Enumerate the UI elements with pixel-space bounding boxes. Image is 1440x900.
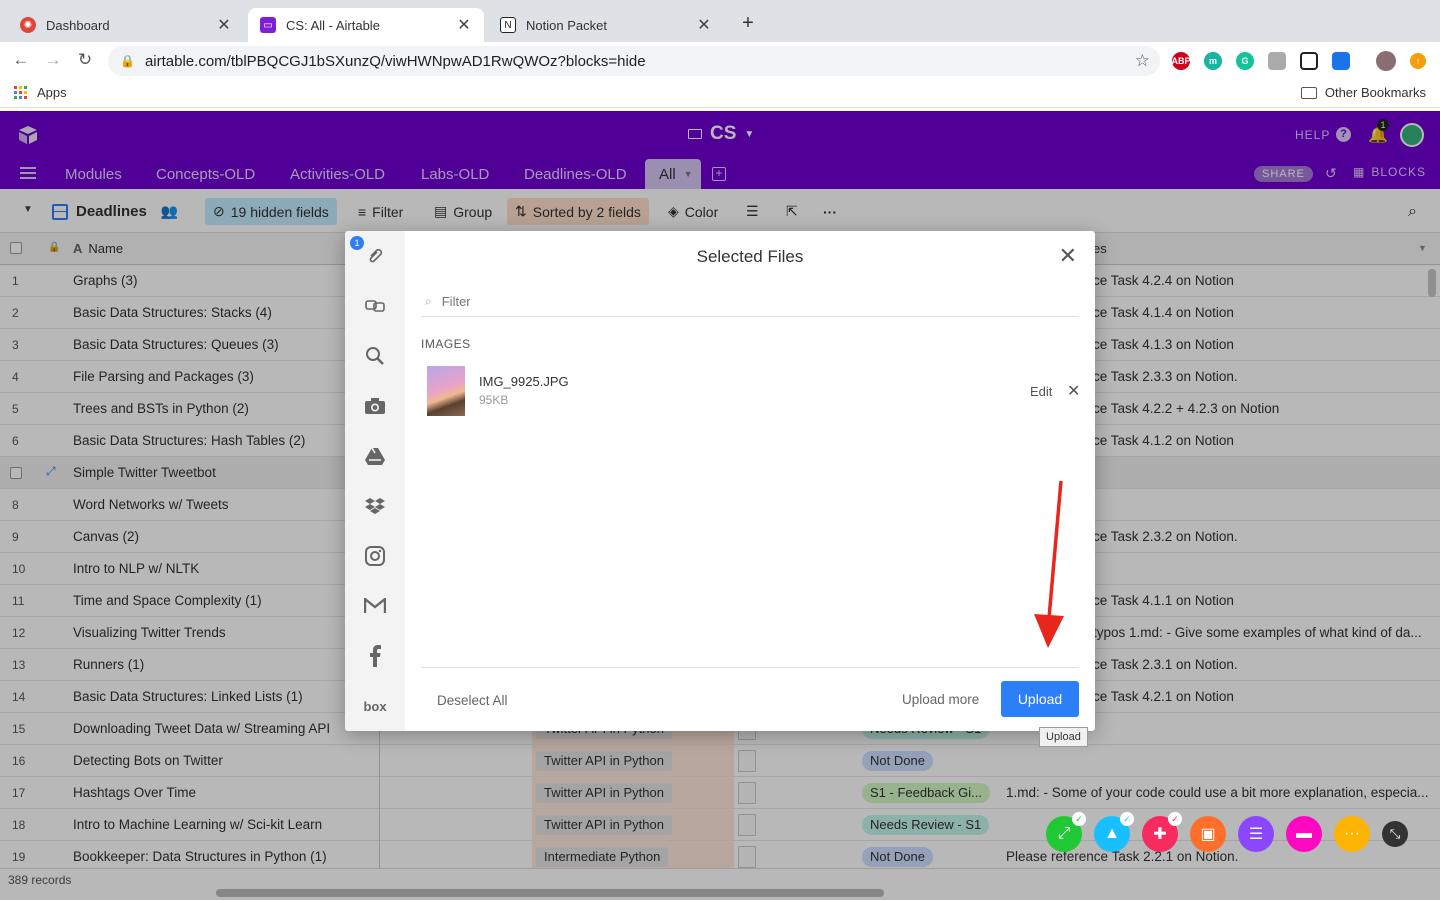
file-picker-modal: 1 box Selected Files ✕ ⌕ IMAGES [345,231,1095,731]
tab-title: Notion Packet [526,17,607,33]
source-sidebar: 1 box [345,231,405,731]
url-field[interactable]: 🔒 airtable.com/tblPBQCGJ1bSXunzQ/viwHWNp… [108,46,1160,76]
upload-more-button[interactable]: Upload more [902,692,979,707]
apps-label: Apps [37,85,67,100]
extension-icon[interactable] [1300,52,1318,70]
extension-icon[interactable] [1268,52,1286,70]
new-tab-icon[interactable]: + [738,12,758,35]
address-bar-row: ← → ↻ 🔒 airtable.com/tblPBQCGJ1bSXunzQ/v… [0,42,1440,78]
list-block-button[interactable]: ☰ [1238,816,1274,852]
filter-field[interactable]: ⌕ [421,287,1079,317]
close-tab-icon[interactable]: ✕ [696,15,712,35]
search-icon: ⌕ [425,294,432,308]
check-icon: ✓ [1120,812,1134,826]
shapes-icon: ▲ [1104,825,1120,842]
folder-icon [1300,86,1317,99]
url-text: airtable.com/tblPBQCGJ1bSXunzQ/viwHWNpwA… [144,52,646,70]
gmail-source-icon[interactable] [359,590,391,622]
more-block-button[interactable]: ··· [1334,816,1370,852]
upload-tooltip: Upload [1039,727,1088,747]
back-icon[interactable]: ← [10,50,32,72]
tab-title: Dashboard [46,17,110,33]
apps-grid-icon [14,86,27,99]
comment-block-button[interactable]: ▬ [1286,816,1322,852]
apps-bookmark[interactable]: Apps [14,85,67,100]
comment-icon: ▬ [1296,825,1312,842]
edit-file-button[interactable]: Edit [1030,384,1052,399]
shapes-block-button[interactable]: ▲ ✓ [1094,812,1134,852]
upload-button[interactable]: Upload [1001,681,1079,717]
selected-count-badge: 1 [350,236,364,250]
attachment-source-icon[interactable] [359,240,391,272]
lock-icon: 🔒 [120,54,135,68]
modal-divider [421,667,1079,668]
link-source-icon[interactable] [359,290,391,322]
image-block-button[interactable]: ▣ [1190,816,1226,852]
other-bookmarks[interactable]: Other Bookmarks [1300,85,1426,100]
deselect-all-button[interactable]: Deselect All [437,693,508,708]
file-name: IMG_9925.JPG [479,374,569,389]
browser-tab-bar: ✺ Dashboard ✕ ▭ CS: All - Airtable ✕ N N… [0,0,1440,42]
facebook-source-icon[interactable] [359,640,391,672]
images-category-label: IMAGES [421,337,471,351]
apps-icon: ✚ [1153,826,1167,843]
remove-file-icon[interactable]: ✕ [1067,381,1080,401]
image-icon: ▣ [1200,826,1216,843]
filter-input[interactable] [441,294,1042,309]
reload-icon[interactable]: ↻ [74,50,96,72]
update-icon[interactable]: ↑ [1410,53,1426,69]
box-source-icon[interactable]: box [359,690,391,722]
forward-icon[interactable]: → [42,50,64,72]
google-drive-source-icon[interactable] [359,440,391,472]
browser-tab-notion[interactable]: N Notion Packet ✕ [488,8,724,42]
check-icon: ✓ [1072,812,1086,826]
instagram-source-icon[interactable] [359,540,391,572]
collapse-blocks-icon[interactable]: ⤡ [1382,821,1408,847]
airtable-favicon-icon: ▭ [260,17,276,33]
file-size: 95KB [479,393,509,407]
notion-favicon-icon: N [500,17,516,33]
dropbox-source-icon[interactable] [359,490,391,522]
camera-source-icon[interactable] [359,390,391,422]
modal-title: Selected Files [696,247,804,266]
extension-icon[interactable] [1332,52,1350,70]
apps-block-button[interactable]: ✚ ✓ [1142,812,1182,852]
tab-title: CS: All - Airtable [286,17,380,33]
red-arrow-annotation [1034,480,1064,648]
adblock-extension-icon[interactable]: ABP [1172,52,1191,70]
browser-tab-airtable[interactable]: ▭ CS: All - Airtable ✕ [248,8,484,42]
list-icon: ☰ [1248,826,1264,843]
close-tab-icon[interactable]: ✕ [456,15,472,35]
more-icon: ··· [1344,825,1360,842]
expand-icon: ⤢ [1057,825,1071,842]
check-icon: ✓ [1168,812,1182,826]
bookmarks-bar: Apps Other Bookmarks [0,78,1440,108]
selected-file-item: IMG_9925.JPG 95KB Edit ✕ [421,361,1080,421]
close-icon[interactable]: ✕ [1059,243,1077,269]
dashboard-favicon-icon: ✺ [20,17,36,33]
other-bookmarks-label: Other Bookmarks [1324,85,1426,100]
expand-block-button[interactable]: ⤢ ✓ [1046,812,1086,852]
upload-label: Upload [1017,691,1063,707]
browser-tab-dashboard[interactable]: ✺ Dashboard ✕ [8,8,244,42]
close-tab-icon[interactable]: ✕ [216,15,232,35]
bookmark-star-icon[interactable]: ☆ [1135,51,1150,71]
file-thumbnail[interactable] [427,366,465,416]
web-search-source-icon[interactable] [359,340,391,372]
grammarly-extension-icon[interactable]: G [1236,52,1254,70]
profile-avatar[interactable] [1376,51,1396,71]
mercury-extension-icon[interactable]: m [1204,52,1222,70]
